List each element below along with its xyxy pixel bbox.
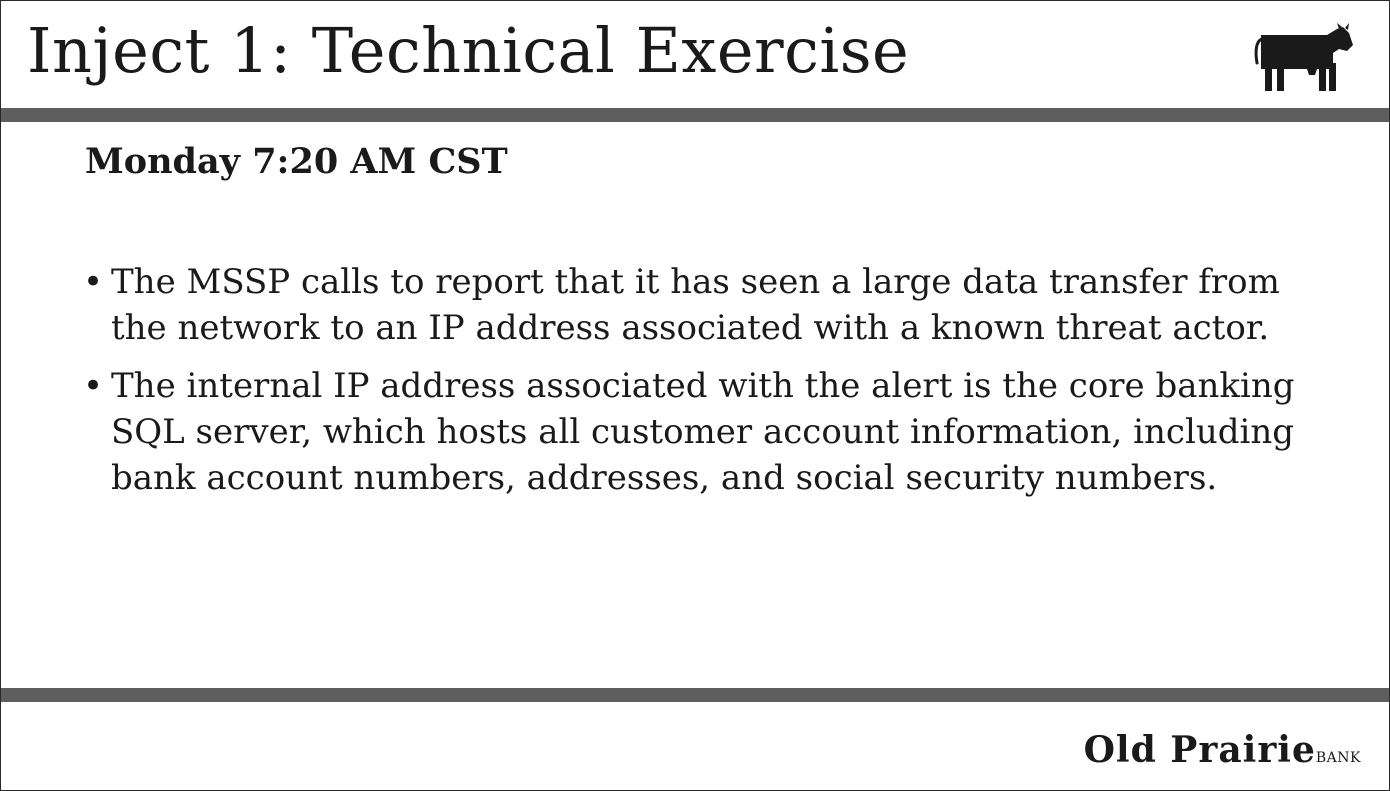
brand-name: Old Prairie xyxy=(1083,729,1316,771)
bullet-list: • The MSSP calls to report that it has s… xyxy=(81,259,1311,513)
cow-icon xyxy=(1254,23,1353,91)
bullet-marker: • xyxy=(83,262,104,302)
slide-subtitle: Monday 7:20 AM CST xyxy=(85,141,508,182)
brand-suffix: BANK xyxy=(1315,750,1361,766)
slide: Inject 1: Technical Exercise Monday 7:20… xyxy=(0,0,1390,791)
bullet-text: The internal IP address associated with … xyxy=(111,366,1295,498)
brand-logo: Old PrairieBANK xyxy=(1084,729,1361,771)
bullet-item: • The MSSP calls to report that it has s… xyxy=(81,259,1311,351)
bullet-item: • The internal IP address associated wit… xyxy=(81,363,1311,501)
top-divider xyxy=(1,108,1389,122)
slide-title: Inject 1: Technical Exercise xyxy=(27,14,910,87)
bottom-divider xyxy=(1,688,1389,702)
bullet-marker: • xyxy=(83,366,104,406)
bullet-text: The MSSP calls to report that it has see… xyxy=(111,262,1280,348)
